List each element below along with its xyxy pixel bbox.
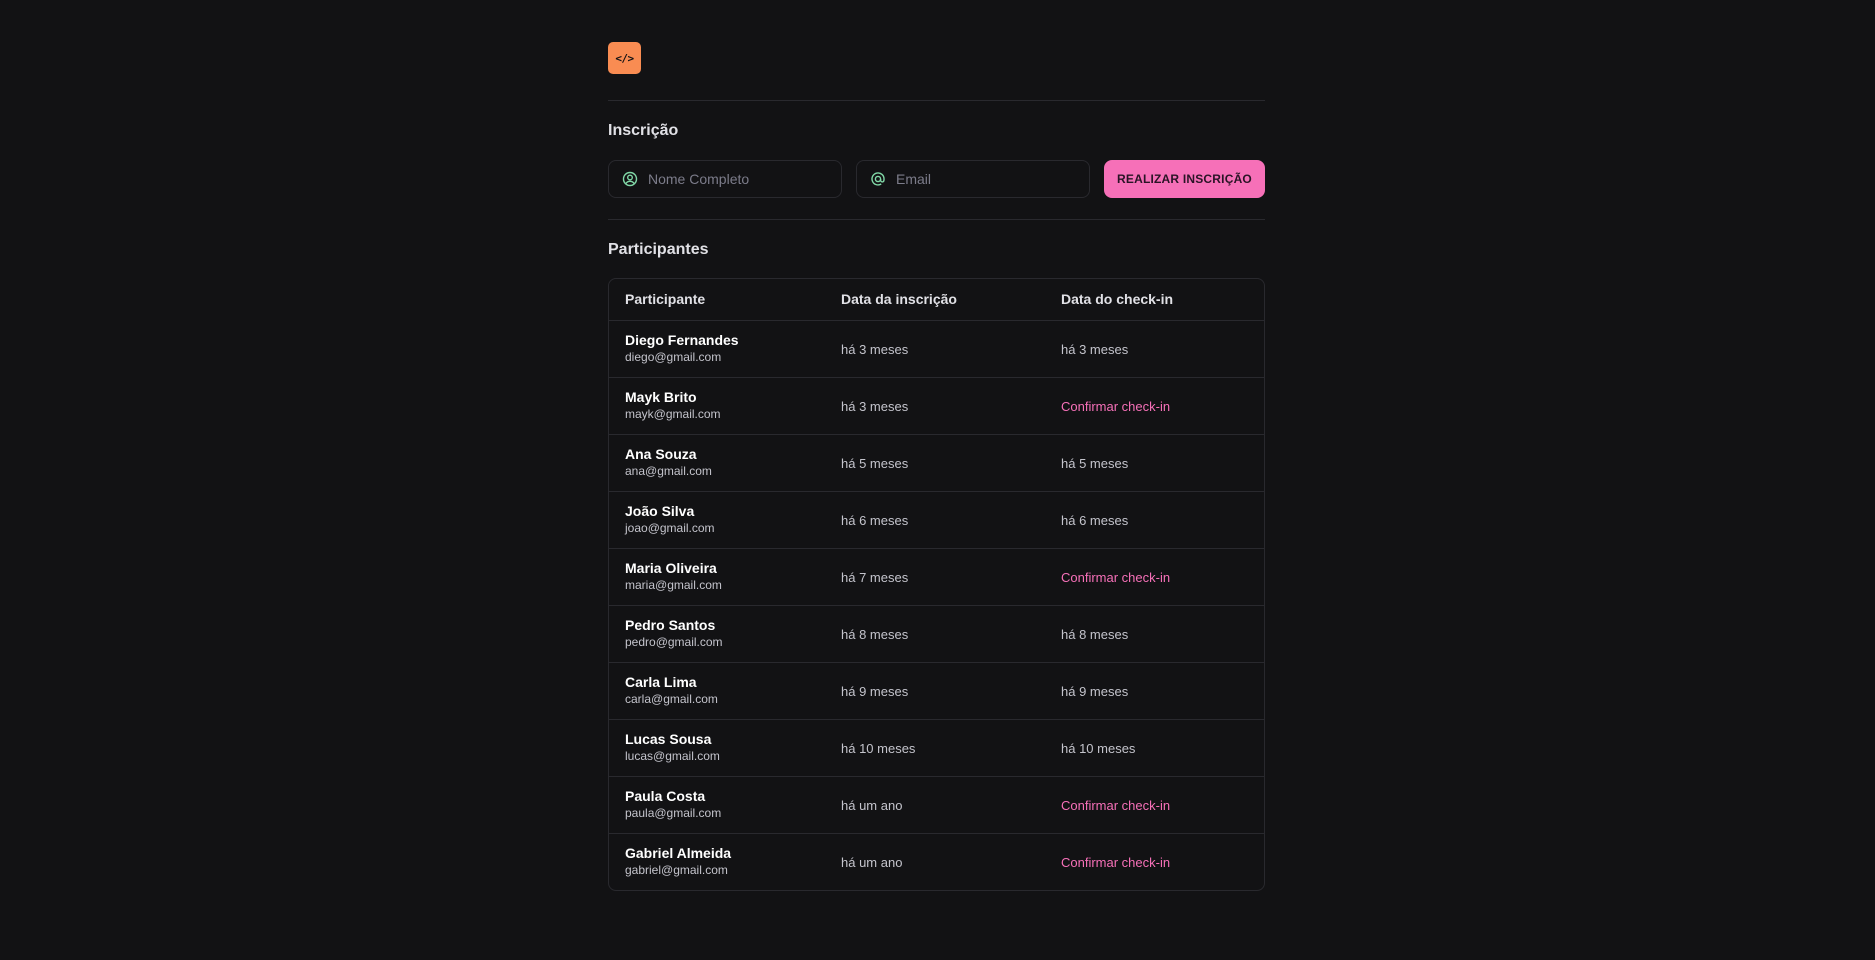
participant-email: joao@gmail.com — [625, 521, 715, 535]
table-row: Ana Souza ana@gmail.com há 5 meses há 5 mes… — [609, 435, 1264, 492]
table-row: Pedro Santos pedro@gmail.com há 8 meses há … — [609, 606, 1264, 663]
subscription-date: há 8 meses — [841, 627, 909, 642]
confirm-checkin-link[interactable]: Confirmar check-in — [1061, 855, 1170, 870]
subscription-date: há 9 meses — [841, 684, 909, 699]
table-row: Lucas Sousa lucas@gmail.com há 10 meses há … — [609, 720, 1264, 777]
confirm-checkin-link[interactable]: Confirmar check-in — [1061, 399, 1170, 414]
submit-registration-button[interactable]: REALIZAR INSCRIÇÃO — [1104, 160, 1265, 198]
participant-name: Paula Costa — [625, 788, 706, 804]
participant-email: pedro@gmail.com — [625, 635, 723, 649]
participant-name: Maria Oliveira — [625, 560, 717, 576]
email-input[interactable] — [896, 171, 1066, 187]
user-circle-icon — [622, 171, 638, 187]
table-row: Carla Lima carla@gmail.com há 9 meses há 9 … — [609, 663, 1264, 720]
checkin-date: há 5 meses — [1061, 456, 1129, 471]
checkin-date: há 8 meses — [1061, 627, 1129, 642]
subscription-date: há um ano — [841, 855, 903, 870]
logo-icon: </> — [608, 42, 641, 74]
participants-table: Participante Data da inscrição Data do c… — [608, 278, 1265, 891]
checkin-date: há 3 meses — [1061, 342, 1129, 357]
table-row: Paula Costa paula@gmail.com há um ano Confi… — [609, 777, 1264, 834]
checkin-date: há 10 meses — [1061, 741, 1136, 756]
participant-email: ana@gmail.com — [625, 464, 712, 478]
top-divider — [608, 100, 1265, 101]
subscription-date: há 6 meses — [841, 513, 909, 528]
checkin-date: há 9 meses — [1061, 684, 1129, 699]
participant-name: Ana Souza — [625, 446, 697, 462]
checkin-date: há 6 meses — [1061, 513, 1129, 528]
participant-email: paula@gmail.com — [625, 806, 722, 820]
subscription-date: há 5 meses — [841, 456, 909, 471]
name-field[interactable] — [608, 160, 842, 198]
registration-title: Inscrição — [608, 122, 679, 139]
participant-name: Mayk Brito — [625, 389, 697, 405]
participant-email: lucas@gmail.com — [625, 749, 720, 763]
table-row: Gabriel Almeida gabriel@gmail.com há um an… — [609, 834, 1264, 890]
column-header-participant: Participante — [625, 291, 706, 307]
table-row: Mayk Brito mayk@gmail.com há 3 meses Confir… — [609, 378, 1264, 435]
confirm-checkin-link[interactable]: Confirmar check-in — [1061, 798, 1170, 813]
participant-email: gabriel@gmail.com — [625, 863, 728, 877]
participant-name: João Silva — [625, 503, 695, 519]
email-field[interactable] — [856, 160, 1090, 198]
table-row: João Silva joao@gmail.com há 6 meses há 6 m… — [609, 492, 1264, 549]
column-header-checkin-date: Data do check-in — [1061, 291, 1174, 307]
subscription-date: há 7 meses — [841, 570, 909, 585]
middle-divider — [608, 219, 1265, 220]
participant-email: maria@gmail.com — [625, 578, 722, 592]
subscription-date: há 10 meses — [841, 741, 916, 756]
participant-name: Pedro Santos — [625, 617, 716, 633]
subscription-date: há um ano — [841, 798, 903, 813]
subscription-date: há 3 meses — [841, 342, 909, 357]
subscription-date: há 3 meses — [841, 399, 909, 414]
table-row: Maria Oliveira maria@gmail.com há 7 meses C… — [609, 549, 1264, 606]
name-input[interactable] — [648, 171, 818, 187]
table-row: Diego Fernandes diego@gmail.com há 3 meses… — [609, 321, 1264, 378]
participant-name: Lucas Sousa — [625, 731, 712, 747]
at-sign-icon — [870, 171, 886, 187]
participant-email: mayk@gmail.com — [625, 407, 721, 421]
participant-name: Carla Lima — [625, 674, 697, 690]
participants-title: Participantes — [608, 241, 709, 258]
table-body: Diego Fernandes diego@gmail.com há 3 meses… — [609, 321, 1264, 890]
participant-email: diego@gmail.com — [625, 350, 722, 364]
participant-email: carla@gmail.com — [625, 692, 718, 706]
column-header-subscription-date: Data da inscrição — [841, 291, 957, 307]
table-header: Participante Data da inscrição Data do c… — [609, 279, 1264, 321]
participant-name: Diego Fernandes — [625, 332, 739, 348]
participant-name: Gabriel Almeida — [625, 845, 732, 861]
confirm-checkin-link[interactable]: Confirmar check-in — [1061, 570, 1170, 585]
